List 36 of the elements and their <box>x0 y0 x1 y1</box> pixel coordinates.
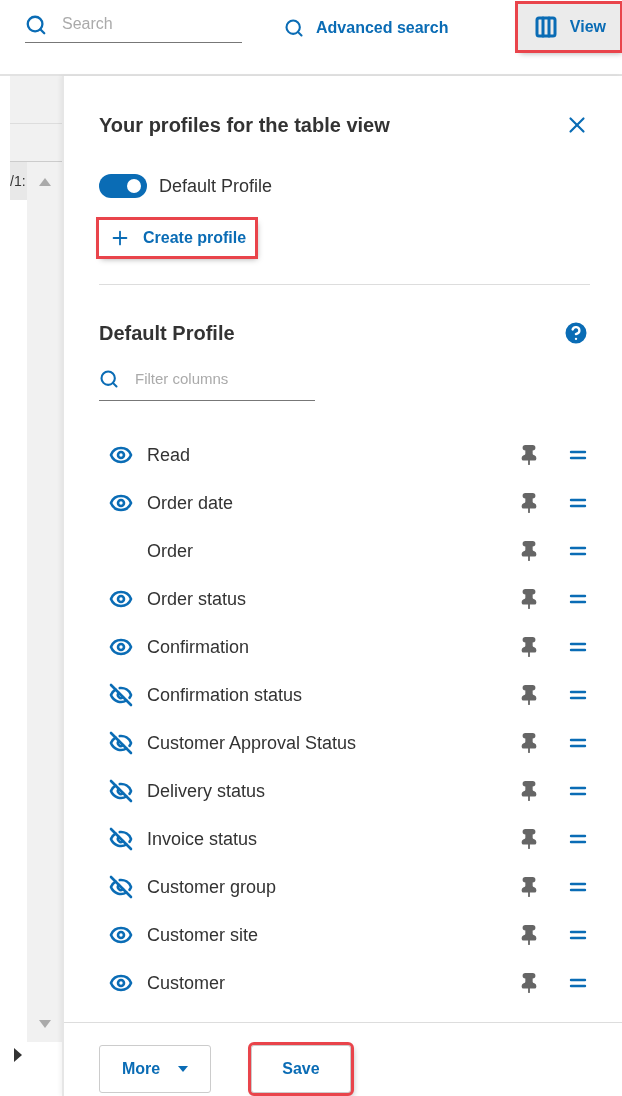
profile-toggle[interactable] <box>99 174 147 198</box>
create-profile-button[interactable]: Create profile <box>99 220 256 256</box>
columns-icon <box>533 15 558 39</box>
eye-off-icon[interactable] <box>109 827 133 851</box>
eye-off-icon[interactable] <box>109 731 133 755</box>
column-label: Customer group <box>147 876 278 898</box>
view-button[interactable]: View <box>517 4 620 50</box>
help-icon[interactable] <box>562 319 590 347</box>
search-icon <box>25 14 47 36</box>
eye-off-icon[interactable] <box>109 779 133 803</box>
eye-off-icon[interactable] <box>109 875 133 899</box>
expand-icon[interactable] <box>14 1048 24 1062</box>
profile-label: Default Profile <box>159 175 273 197</box>
column-label: Confirmation <box>147 636 251 658</box>
advanced-search-icon <box>284 18 304 38</box>
more-button[interactable]: More <box>99 1045 212 1093</box>
column-label: Customer <box>147 972 227 994</box>
column-label: Read <box>147 444 192 466</box>
eye-off-icon[interactable] <box>109 683 133 707</box>
column-label: Confirmation status <box>147 684 304 706</box>
caret-icon <box>178 1066 189 1072</box>
table-cell: /1: <box>10 162 27 200</box>
search-icon <box>99 369 119 389</box>
column-label: Customer site <box>147 924 260 946</box>
advanced-search-button[interactable]: Advanced search <box>278 14 455 42</box>
column-label: Customer Approval Status <box>147 732 358 754</box>
column-label: Order date <box>147 492 235 514</box>
column-label: Invoice status <box>147 828 259 850</box>
panel-title: Your profiles for the table view <box>99 113 390 137</box>
filter-field[interactable]: Filter columns <box>99 365 315 401</box>
column-label: Delivery status <box>147 780 267 802</box>
search-field[interactable]: Search <box>25 10 242 43</box>
profile-heading: Default Profile <box>99 321 235 345</box>
column-label: Order status <box>147 588 248 610</box>
save-button[interactable]: Save <box>251 1045 351 1093</box>
column-label: Order <box>147 540 194 562</box>
